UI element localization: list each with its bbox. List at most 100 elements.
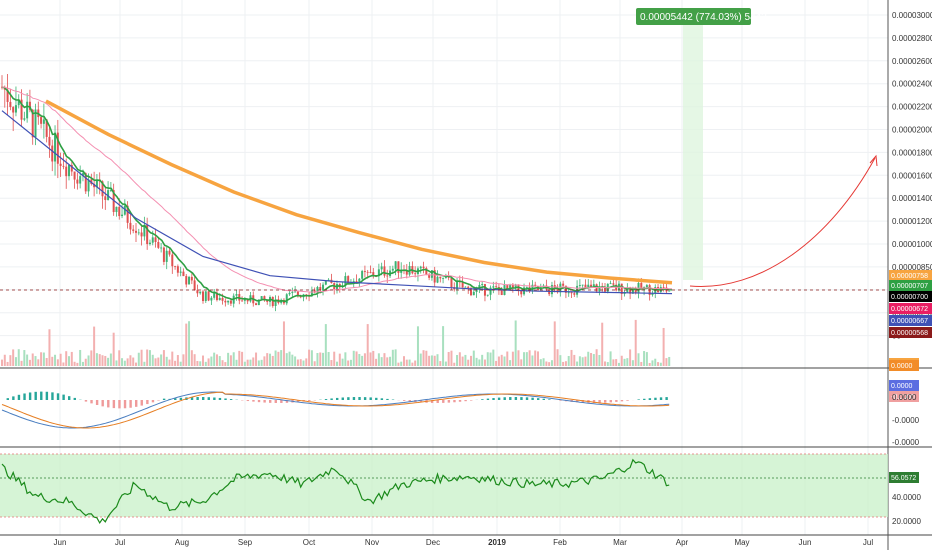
macd-histogram-bar — [28, 392, 32, 400]
rsi-axis-tick: 20.0000 — [892, 517, 921, 526]
volume-bar — [576, 361, 579, 366]
volume-bar — [537, 351, 539, 366]
volume-bar — [626, 358, 629, 366]
macd-histogram-bar — [274, 400, 277, 403]
volume-bar — [366, 324, 369, 366]
macd-histogram-bar — [146, 400, 149, 405]
macd-histogram-bar — [308, 400, 311, 402]
candle-body — [188, 276, 191, 285]
volume-bar — [51, 356, 54, 366]
candle-body — [14, 105, 17, 113]
volume-bar — [467, 359, 470, 366]
volume-bar — [601, 322, 604, 366]
volume-bar — [634, 319, 637, 366]
candle-body — [132, 229, 135, 231]
volume-bar — [327, 351, 330, 366]
macd-histogram-bar — [252, 400, 255, 402]
volume-bar — [294, 356, 297, 366]
price-axis-tick: 0.00002800 — [892, 34, 932, 43]
macd-histogram-bar — [453, 400, 456, 403]
volume-bar — [654, 358, 657, 366]
volume-bar — [545, 361, 548, 366]
volume-bar — [168, 359, 171, 366]
candle-body — [221, 297, 224, 301]
volume-bar — [595, 349, 598, 366]
volume-bar — [333, 351, 336, 366]
macd-histogram-bar — [207, 397, 210, 400]
volume-bar — [40, 352, 43, 366]
price-axis-tick: 0.00002200 — [892, 103, 932, 112]
candle-body — [202, 291, 204, 302]
volume-bar — [84, 358, 87, 366]
time-axis-tick: Jul — [863, 538, 873, 547]
volume-bar — [377, 353, 380, 366]
volume-bar — [550, 360, 553, 366]
volume-bar — [428, 355, 431, 366]
price-badge-text: 0.00000667 — [891, 318, 928, 325]
macd-axis-tick: -0.0000 — [892, 438, 920, 447]
volume-bar — [375, 358, 378, 366]
volume-bar — [442, 326, 445, 366]
volume-bar — [132, 357, 135, 366]
macd-histogram-bar — [202, 397, 205, 400]
volume-bar — [107, 357, 110, 366]
volume-bar — [104, 355, 107, 366]
candle-body — [48, 136, 51, 146]
candle-body — [148, 242, 151, 245]
volume-bar — [45, 357, 48, 366]
volume-bar — [9, 355, 12, 366]
volume-bar — [282, 321, 285, 366]
volume-bar — [313, 361, 316, 366]
volume-bar — [612, 359, 615, 366]
candle-body — [668, 290, 671, 292]
volume-bar — [570, 349, 573, 366]
volume-bar — [573, 354, 576, 366]
macd-histogram-bar — [369, 397, 372, 400]
macd-histogram-bar — [157, 400, 160, 401]
macd-histogram-bar — [347, 397, 350, 400]
candle-body — [442, 278, 445, 279]
volume-bar — [422, 350, 425, 366]
time-axis-tick: Apr — [676, 538, 689, 547]
macd-histogram-bar — [112, 400, 116, 409]
candle-body — [179, 271, 182, 273]
volume-bar — [578, 356, 581, 366]
trading-chart[interactable]: 0.00003000 0.00002800 0.00002600 0.00002400… — [0, 0, 932, 550]
volume-bar — [604, 361, 606, 366]
volume-bar — [662, 327, 665, 366]
volume-bar — [171, 351, 174, 366]
macd-histogram-bar — [140, 400, 143, 406]
volume-bar — [433, 355, 436, 366]
volume-bar — [623, 358, 626, 366]
macd-histogram-bar — [51, 392, 54, 400]
candle-body — [472, 291, 475, 296]
volume-bar — [553, 321, 556, 366]
volume-bar — [355, 351, 358, 366]
volume-bar — [637, 353, 640, 366]
candle-body — [486, 294, 489, 296]
volume-bar — [606, 362, 609, 366]
volume-bar — [352, 350, 355, 366]
rsi-axis-tick: 40.0000 — [892, 493, 921, 502]
candle-body — [218, 297, 221, 301]
volume-bar — [302, 360, 305, 366]
price-axis-tick: 0.00001800 — [892, 148, 932, 157]
candle-body — [165, 250, 168, 262]
candle-body — [573, 293, 576, 295]
macd-histogram-bar — [626, 400, 629, 401]
volume-bar — [238, 350, 241, 366]
candle-body — [319, 287, 322, 290]
volume-bar — [3, 354, 6, 366]
candle-body — [42, 119, 45, 124]
macd-histogram-bar — [363, 397, 367, 400]
volume-bar — [280, 350, 283, 366]
volume-bar — [361, 355, 364, 366]
measure-callout[interactable]: 0.00005442 (774.03%) 5442 — [636, 8, 767, 25]
macd-histogram-bar — [615, 400, 618, 402]
time-axis-tick: Oct — [303, 538, 316, 547]
candle-body — [176, 266, 179, 273]
candle-body — [651, 293, 654, 295]
candle-body — [174, 266, 177, 268]
volume-bar — [54, 354, 57, 366]
volume-bar — [397, 362, 400, 366]
